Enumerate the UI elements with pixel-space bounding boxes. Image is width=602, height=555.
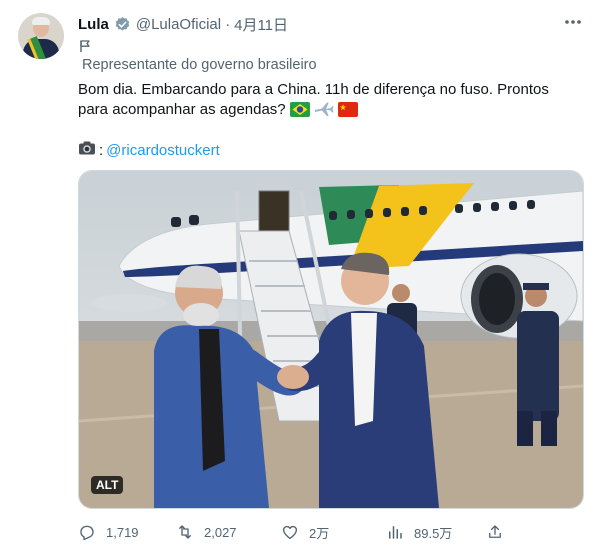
retweet-icon [179, 525, 191, 539]
china-flag-icon [338, 102, 359, 123]
tweet-header: Lula @LulaOficial · 4月11日 [78, 14, 288, 34]
author-name[interactable]: Lula [78, 16, 109, 33]
share-icon [489, 525, 501, 538]
avatar[interactable] [18, 13, 64, 59]
photo-illustration [79, 171, 583, 508]
affiliation-text: Representante do governo brasileiro [82, 57, 317, 73]
share-button[interactable] [486, 520, 514, 544]
credit-colon: : [99, 141, 104, 159]
retweet-button[interactable]: 2,027 [176, 520, 237, 544]
author-handle[interactable]: @LulaOficial [136, 16, 221, 33]
mention-link[interactable]: @ricardostuckert [106, 142, 220, 159]
photo-credit: : @ricardostuckert [78, 140, 220, 160]
retweet-count: 2,027 [204, 524, 237, 540]
like-button[interactable]: 2万 [281, 520, 329, 544]
brazil-flag-icon [289, 102, 310, 123]
alt-badge[interactable]: ALT [91, 476, 124, 494]
tweet-text: Bom dia. Embarcando para a China. 11h de… [78, 80, 578, 123]
affiliation-label [78, 39, 92, 53]
separator-dot: · [225, 15, 231, 33]
tweet-photo[interactable]: ALT [78, 170, 584, 509]
views-count: 89.5万 [414, 525, 453, 541]
tweet-date[interactable]: 4月11日 [234, 14, 288, 35]
reply-icon [80, 525, 94, 541]
tweet-card: Lula @LulaOficial · 4月11日 Representante … [0, 0, 602, 555]
heart-icon [282, 525, 298, 540]
airplane-icon [314, 101, 334, 123]
flag-icon [80, 40, 90, 52]
more-options-icon[interactable] [560, 12, 586, 34]
like-count: 2万 [309, 525, 330, 541]
reply-count: 1,719 [106, 524, 139, 540]
verified-badge-icon [115, 16, 130, 31]
views-chart-icon [389, 526, 402, 539]
action-bar: 1,719 2,027 2万 89.5万 [78, 520, 600, 544]
views-button[interactable]: 89.5万 [386, 520, 452, 544]
reply-button[interactable]: 1,719 [78, 520, 139, 544]
camera-icon [78, 140, 96, 160]
